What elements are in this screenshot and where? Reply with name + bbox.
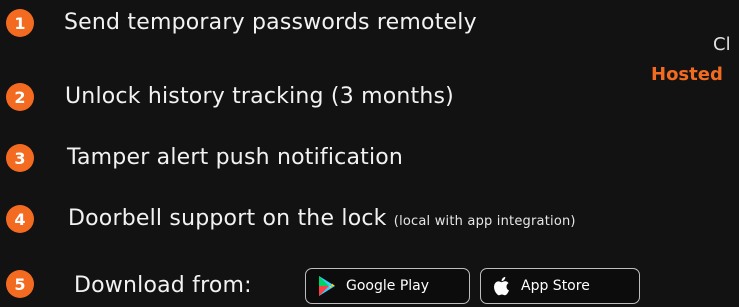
google-play-button[interactable]: Google Play — [305, 268, 470, 304]
step-badge-2: 2 — [6, 83, 34, 111]
step-badge-3: 3 — [6, 144, 34, 172]
step-badge-5: 5 — [6, 270, 34, 298]
feature-note-4: (local with app integration) — [393, 214, 576, 229]
step-badge-4: 4 — [6, 205, 34, 233]
side-partial-text: Cl — [713, 34, 731, 55]
app-store-label: App Store — [521, 278, 590, 294]
feature-label-1: Send temporary passwords remotely — [64, 10, 477, 35]
app-store-button[interactable]: App Store — [480, 268, 640, 304]
features-panel: 1 Send temporary passwords remotely 2 Un… — [0, 0, 739, 307]
apple-icon — [490, 274, 514, 298]
google-play-icon — [315, 274, 339, 298]
feature-label-4-main: Doorbell support on the lock — [68, 206, 387, 231]
step-badge-1: 1 — [6, 9, 34, 37]
feature-label-3: Tamper alert push notification — [67, 145, 404, 170]
feature-label-5: Download from: — [74, 273, 252, 298]
google-play-label: Google Play — [346, 278, 430, 294]
feature-label-4: Doorbell support on the lock (local with… — [68, 206, 576, 231]
side-hosted-text: Hosted — [651, 64, 723, 85]
feature-label-2: Unlock history tracking (3 months) — [65, 84, 454, 109]
